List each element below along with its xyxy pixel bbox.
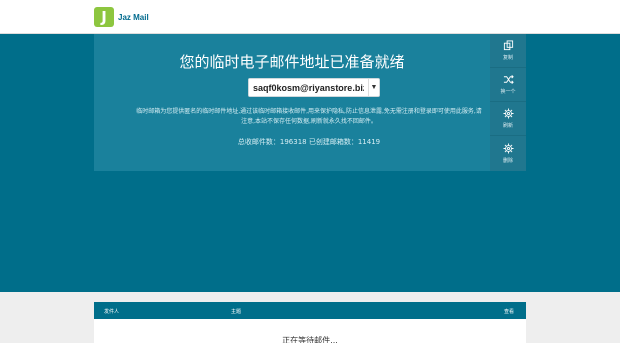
logo[interactable]: J Jaz Mail: [94, 7, 149, 27]
inbox-table-header: 发件人 主题 查看: [94, 302, 526, 319]
gear-icon: [502, 142, 514, 154]
refresh-button[interactable]: 刷新: [490, 102, 526, 136]
gear-icon: [502, 108, 514, 119]
delete-button-label: 删除: [502, 157, 513, 164]
page-title: 您的临时电子邮件地址已准备就绪: [179, 53, 405, 71]
column-sender: 发件人: [104, 309, 120, 315]
top-bar: J Jaz Mail: [0, 0, 620, 34]
inbox-table: 发件人 主题 查看 正在等待邮件...: [94, 302, 526, 343]
copy-button[interactable]: 复制: [490, 34, 526, 68]
column-subject: 主题: [231, 309, 242, 315]
delete-button[interactable]: 删除: [490, 136, 526, 170]
email-address-box: ▼: [248, 78, 380, 97]
copy-button-label: 复制: [502, 55, 513, 61]
email-address-input[interactable]: [249, 79, 368, 96]
copy-icon: [503, 40, 513, 51]
waiting-message: 正在等待邮件...: [282, 336, 338, 343]
column-view: 查看: [504, 309, 515, 315]
chevron-down-icon[interactable]: ▼: [368, 79, 379, 96]
logo-icon: J: [94, 7, 114, 27]
action-sidebar: 复制 换一个 刷新 删除: [490, 34, 526, 171]
change-address-button[interactable]: 换一个: [490, 68, 526, 102]
logo-text: Jaz Mail: [118, 12, 149, 22]
change-address-label: 换一个: [500, 89, 516, 95]
mail-stats: 总收邮件数：196318 已创建邮箱数：11419: [237, 138, 381, 146]
service-description: 临时邮箱为您提供匿名的临时邮件地址,通过该临时邮箱接收邮件,用来保护隐私,防止信…: [136, 108, 482, 125]
shuffle-icon: [503, 75, 514, 84]
logo-letter: J: [101, 8, 107, 26]
refresh-button-label: 刷新: [502, 123, 513, 129]
